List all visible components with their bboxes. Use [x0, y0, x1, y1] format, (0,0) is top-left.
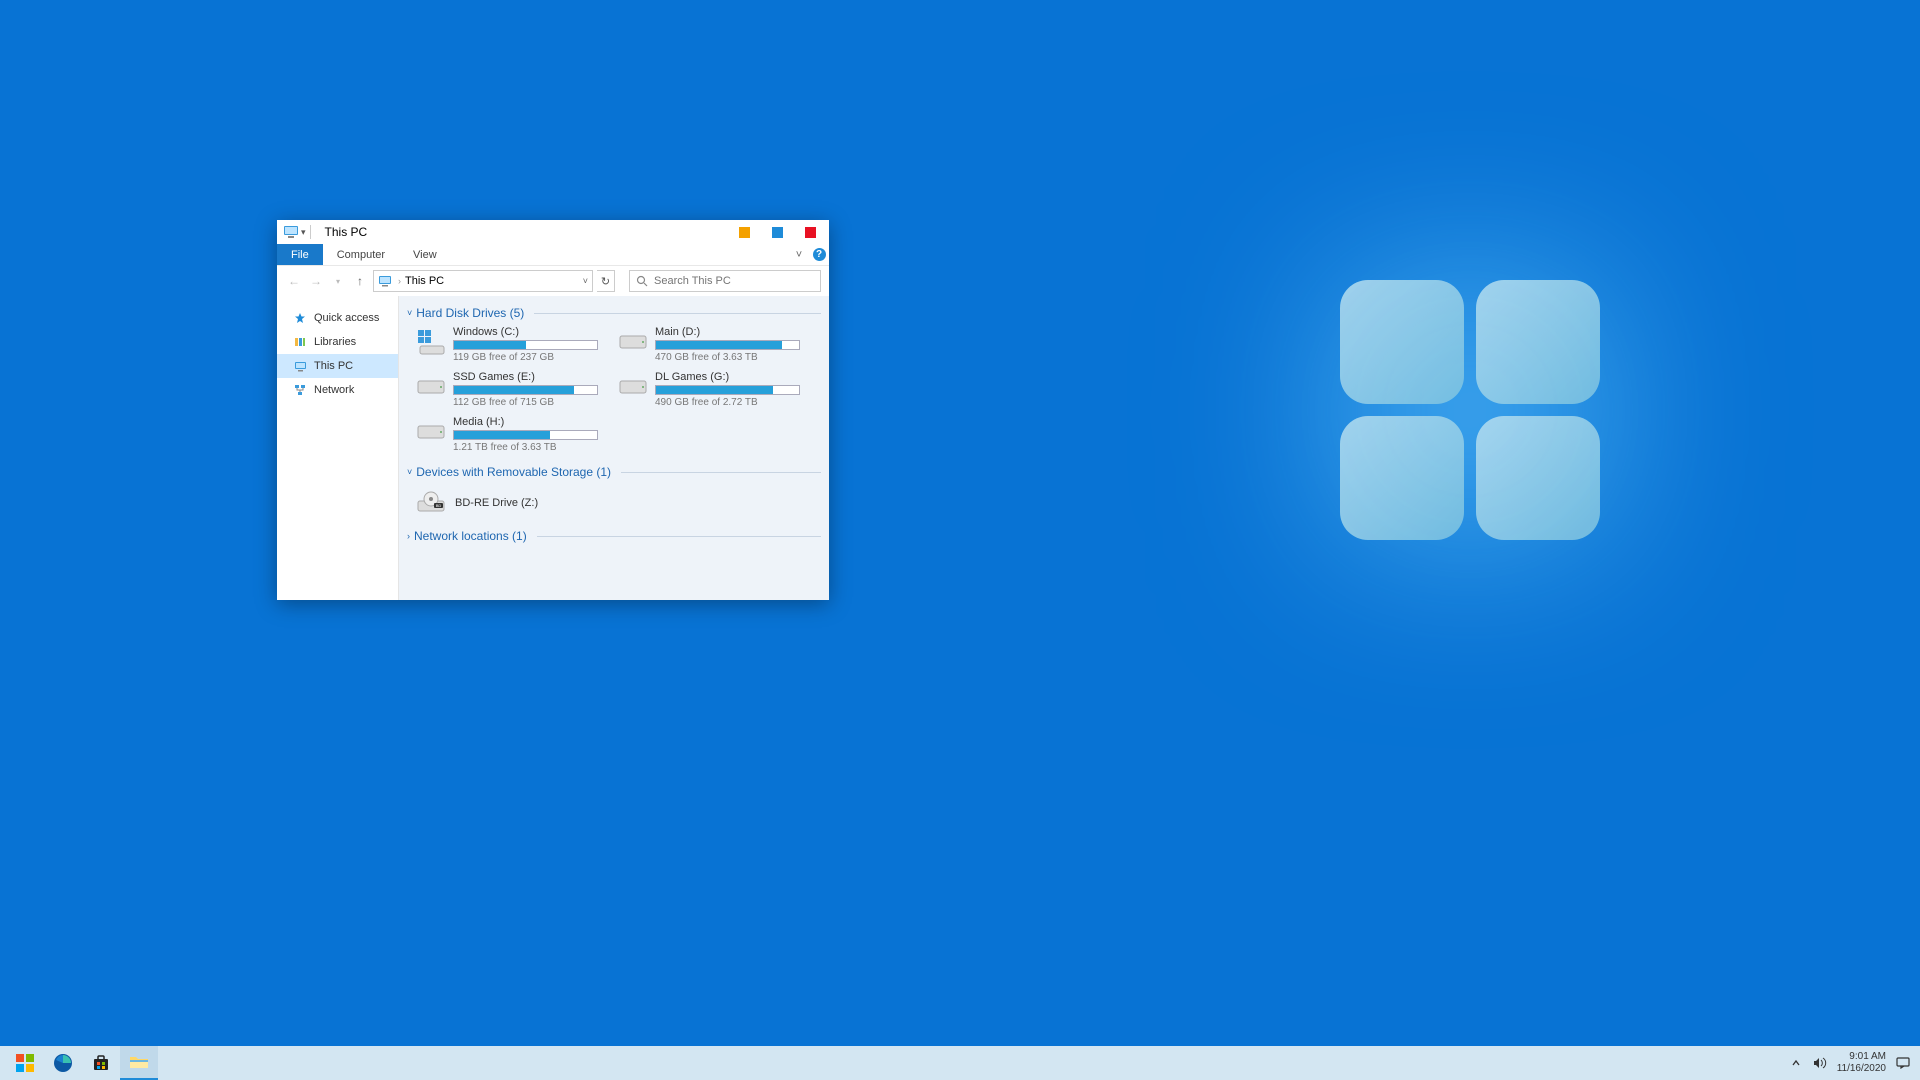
wallpaper-logo	[1340, 280, 1600, 540]
forward-button[interactable]: →	[307, 271, 325, 291]
volume-icon[interactable]	[1813, 1056, 1827, 1070]
drive-name: Windows (C:)	[453, 326, 605, 338]
search-icon	[636, 275, 648, 287]
search-box[interactable]	[629, 270, 821, 292]
taskbar-clock[interactable]: 9:01 AM 11/16/2020	[1837, 1051, 1886, 1075]
monitor-icon	[293, 359, 307, 373]
section-title: Hard Disk Drives (5)	[416, 306, 524, 320]
nav-toolbar: ← → ▾ ↑ › This PC ˅ ↻	[277, 266, 829, 296]
sidebar-item-this-pc[interactable]: This PC	[277, 354, 398, 378]
maximize-button[interactable]	[772, 227, 783, 238]
recent-dropdown-icon[interactable]: ▾	[329, 271, 347, 291]
section-title: Devices with Removable Storage (1)	[416, 465, 611, 479]
back-button[interactable]: ←	[285, 271, 303, 291]
star-icon	[293, 311, 307, 325]
hard-drive-icon	[415, 416, 447, 448]
sidebar-item-quick-access[interactable]: Quick access	[277, 306, 398, 330]
navigation-pane: Quick access Libraries This PC Network	[277, 296, 399, 600]
drive-name: Main (D:)	[655, 326, 807, 338]
tab-computer[interactable]: Computer	[323, 244, 399, 265]
start-button[interactable]	[6, 1046, 44, 1080]
storage-bar	[453, 385, 598, 395]
section-removable-storage[interactable]: ˅ Devices with Removable Storage (1)	[407, 459, 821, 481]
up-button[interactable]: ↑	[351, 271, 369, 291]
drive-item[interactable]: Main (D:) 470 GB free of 3.63 TB	[617, 326, 807, 363]
chevron-down-icon: ˅	[407, 467, 412, 477]
minimize-button[interactable]	[739, 227, 750, 238]
drive-item[interactable]: Windows (C:) 119 GB free of 237 GB	[415, 326, 605, 363]
drive-free-text: 1.21 TB free of 3.63 TB	[453, 442, 605, 453]
tray-overflow-icon[interactable]	[1789, 1056, 1803, 1070]
clock-date: 11/16/2020	[1837, 1063, 1886, 1075]
optical-drive-icon: BD	[415, 487, 447, 519]
chevron-right-icon: ›	[407, 531, 410, 541]
libraries-icon	[293, 335, 307, 349]
drive-item[interactable]: Media (H:) 1.21 TB free of 3.63 TB	[415, 416, 605, 453]
hard-drive-icon	[415, 371, 447, 403]
qat-dropdown-icon[interactable]: ▾	[301, 227, 306, 238]
drive-name: Media (H:)	[453, 416, 605, 428]
storage-bar	[655, 340, 800, 350]
app-icon	[279, 222, 303, 242]
taskbar-app-file-explorer[interactable]	[120, 1046, 158, 1080]
svg-text:BD: BD	[436, 503, 442, 508]
clock-time: 9:01 AM	[1837, 1051, 1886, 1063]
drive-free-text: 119 GB free of 237 GB	[453, 352, 605, 363]
search-input[interactable]	[654, 275, 814, 287]
drive-name: SSD Games (E:)	[453, 371, 605, 383]
drive-free-text: 490 GB free of 2.72 TB	[655, 397, 807, 408]
taskbar-app-store[interactable]	[82, 1046, 120, 1080]
tab-view[interactable]: View	[399, 244, 451, 265]
sidebar-item-label: Libraries	[314, 336, 356, 348]
content-pane: ˅ Hard Disk Drives (5) Windows (C:) 119 G…	[399, 296, 829, 600]
sidebar-item-network[interactable]: Network	[277, 378, 398, 402]
drive-item-optical[interactable]: BD BD-RE Drive (Z:)	[407, 481, 821, 523]
drive-item[interactable]: SSD Games (E:) 112 GB free of 715 GB	[415, 371, 605, 408]
file-explorer-window: ▾ This PC File Computer View ˅ ? ← → ▾ ↑…	[277, 220, 829, 600]
section-title: Network locations (1)	[414, 529, 527, 543]
ribbon-collapse-icon[interactable]: ˅	[789, 244, 809, 265]
chevron-down-icon: ˅	[407, 308, 412, 318]
storage-bar	[655, 385, 800, 395]
monitor-icon	[378, 275, 392, 287]
sidebar-item-libraries[interactable]: Libraries	[277, 330, 398, 354]
sidebar-item-label: This PC	[314, 360, 353, 372]
section-hard-disk-drives[interactable]: ˅ Hard Disk Drives (5)	[407, 300, 821, 322]
hard-drive-icon	[415, 326, 447, 358]
breadcrumb[interactable]: This PC	[405, 275, 444, 287]
address-bar[interactable]: › This PC ˅	[373, 270, 593, 292]
drive-item[interactable]: DL Games (G:) 490 GB free of 2.72 TB	[617, 371, 807, 408]
action-center-icon[interactable]	[1896, 1056, 1910, 1070]
storage-bar	[453, 340, 598, 350]
network-icon	[293, 383, 307, 397]
tab-file[interactable]: File	[277, 244, 323, 265]
ribbon: File Computer View ˅ ?	[277, 244, 829, 266]
refresh-button[interactable]: ↻	[597, 270, 615, 292]
close-button[interactable]	[805, 227, 816, 238]
system-tray: 9:01 AM 11/16/2020	[1789, 1051, 1914, 1075]
storage-bar	[453, 430, 598, 440]
drive-free-text: 112 GB free of 715 GB	[453, 397, 605, 408]
taskbar: 9:01 AM 11/16/2020	[0, 1046, 1920, 1080]
window-title: This PC	[325, 225, 368, 239]
section-network-locations[interactable]: › Network locations (1)	[407, 523, 821, 545]
titlebar[interactable]: ▾ This PC	[277, 220, 829, 244]
taskbar-app-edge[interactable]	[44, 1046, 82, 1080]
sidebar-item-label: Network	[314, 384, 354, 396]
chevron-right-icon: ›	[398, 276, 401, 286]
drive-name: DL Games (G:)	[655, 371, 807, 383]
sidebar-item-label: Quick access	[314, 312, 379, 324]
address-dropdown-icon[interactable]: ˅	[583, 276, 588, 286]
help-button[interactable]: ?	[809, 244, 829, 265]
drive-name: BD-RE Drive (Z:)	[455, 497, 538, 509]
hard-drive-icon	[617, 326, 649, 358]
hard-drive-icon	[617, 371, 649, 403]
drive-free-text: 470 GB free of 3.63 TB	[655, 352, 807, 363]
